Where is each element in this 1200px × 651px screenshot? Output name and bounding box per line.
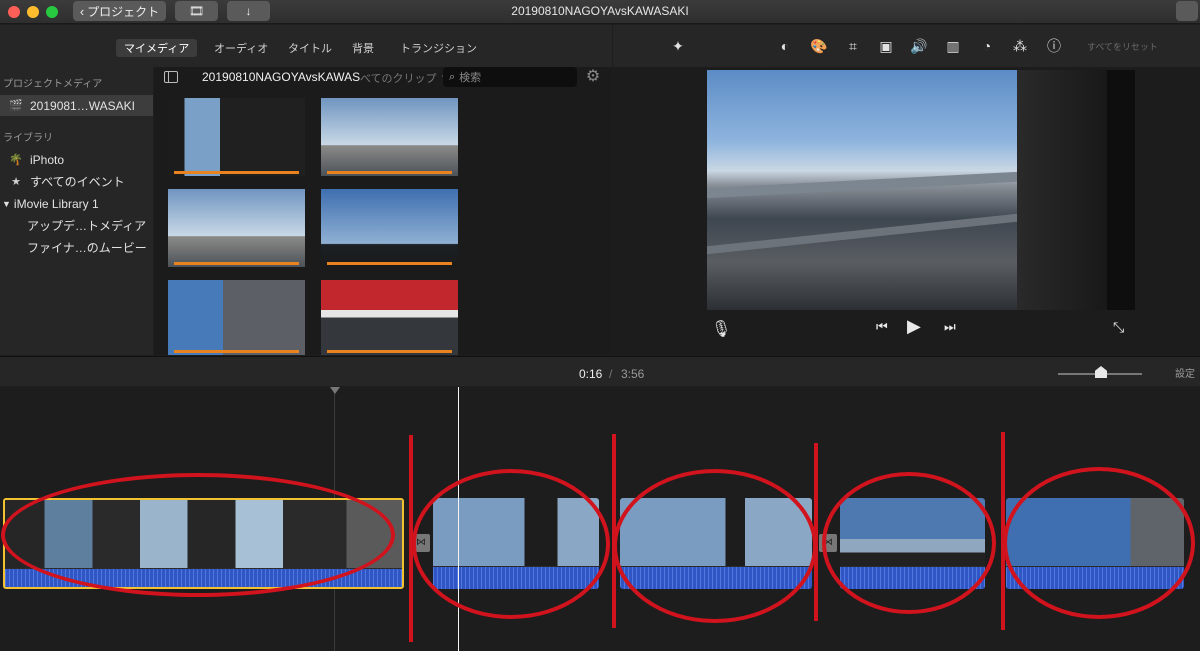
tab-audio[interactable]: オーディオ [206,39,276,57]
palm-tree-icon: 🌴 [9,154,23,166]
sidebar-item-label: アップデ…トメディア [27,219,147,233]
sidebar-item-all-events[interactable]: ★ すべてのイベント [0,171,153,192]
skip-back-icon[interactable]: ⏮ [876,319,888,335]
media-thumbnail[interactable] [321,98,458,176]
project-media-header: プロジェクトメディア [3,79,103,90]
filter-icon[interactable]: ⁂ [1011,37,1029,55]
sidebar-item-iphoto[interactable]: 🌴 iPhoto [0,149,153,170]
skip-forward-icon[interactable]: ⏭ [944,319,956,335]
media-thumbnail[interactable] [168,189,305,267]
tab-my-media[interactable]: マイメディア [116,39,198,57]
color-correction-icon[interactable]: 🎨 [810,37,828,55]
clip-usage-bar [327,171,452,174]
fullscreen-icon[interactable]: ⤡ [1113,319,1124,336]
media-thumbnail[interactable] [321,189,458,267]
stabilization-icon[interactable]: ▣ [877,37,895,55]
media-browser: 20190810NAGOYAvsKAWAS べてのクリップ ⌃ ⌕ 検索 ⚙ [154,67,612,355]
library-sidebar: プロジェクトメディア 🎬 2019081…WASAKI ライブラリ 🌴 iPho… [0,67,153,355]
media-thumbnail[interactable] [321,280,458,355]
browser-title: 20190810NAGOYAvsKAWAS [202,70,361,84]
preview-railing [707,213,1017,255]
search-input[interactable]: ⌕ 検索 [443,67,577,87]
clip-filter-label: べてのクリップ [360,73,437,85]
search-placeholder: 検索 [459,72,482,84]
skimmer-marker-icon [330,387,340,394]
total-duration: 3:56 [621,367,645,381]
clip-filter-select[interactable]: べてのクリップ ⌃ [360,70,449,86]
star-icon: ★ [11,176,21,188]
video-preview [707,70,1135,310]
sidebar-item-label: すべてのイベント [30,175,125,189]
imovie-window: ‹ プロジェクト 🎞 ↓ 20190810NAGOYAvsKAWASAKI マイ… [0,0,1200,651]
sidebar-project-label: 2019081…WASAKI [30,98,135,113]
share-button[interactable] [1176,1,1198,21]
sidebar-item-label: iPhoto [30,152,65,167]
media-tabs-bar: マイメディア オーディオ タイトル 背景 トランジション [0,25,612,67]
clip-usage-bar [174,262,299,265]
tab-backgrounds[interactable]: 背景 [344,39,382,57]
annotation-ellipse [1,473,395,597]
play-icon[interactable]: ▶ [907,316,921,337]
timecode-separator: / [609,367,613,381]
sidebar-library-label: iMovie Library 1 [13,196,99,211]
sidebar-item-library[interactable]: ▼ iMovie Library 1 [0,193,153,214]
disclosure-triangle-icon[interactable]: ▼ [2,199,11,209]
current-timecode: 0:16 [579,367,603,381]
annotation-ellipse [1003,467,1195,619]
browser-toolbar: 20190810NAGOYAvsKAWAS べてのクリップ ⌃ ⌕ 検索 ⚙ [154,67,612,89]
clapper-icon: 🎬 [9,100,23,112]
window-title: 20190810NAGOYAvsKAWASAKI [511,4,689,18]
zoom-slider-knob[interactable] [1095,366,1107,378]
timeline-settings-button[interactable]: 設定 [1175,365,1195,380]
sidebar-item-project[interactable]: 🎬 2019081…WASAKI [0,95,153,116]
timeline[interactable]: ⋈ ⋈ [0,387,1200,651]
annotation-ellipse [412,469,610,619]
volume-icon[interactable]: 🔊 [910,37,928,55]
annotation-ellipse [613,469,817,623]
preview-window-frame [1107,70,1135,310]
sidebar-toggle-icon[interactable] [164,71,178,83]
microphone-icon[interactable]: 🎙 [711,319,731,339]
clip-usage-bar [174,350,299,353]
color-balance-icon[interactable]: ◐ [776,37,794,55]
title-bar: ‹ プロジェクト 🎞 ↓ 20190810NAGOYAvsKAWASAKI [0,0,1200,24]
gear-icon[interactable]: ⚙ [584,68,602,86]
media-thumbnail[interactable] [168,98,305,176]
noise-reduction-icon[interactable]: ▥ [944,37,962,55]
search-icon: ⌕ [449,70,456,83]
clip-usage-bar [327,350,452,353]
preview-railing [707,171,1017,199]
crop-icon[interactable]: ⌗ [844,37,862,55]
info-icon[interactable]: ⓘ [1045,37,1063,55]
library-header: ライブラリ [3,133,53,144]
adjustment-toolbar: ✦ ◐ 🎨 ⌗ ▣ 🔊 ▥ ◔ ⁂ ⓘ すべてをリセット [613,25,1200,67]
reset-all-button[interactable]: すべてをリセット [1087,40,1158,53]
viewer-pane: 🎙 ⏮ ▶ ⏭ ⤡ [613,67,1200,355]
timeline-header: 0:16 / 3:56 設定 [0,356,1200,386]
speed-icon[interactable]: ◔ [978,37,996,55]
clip-usage-bar [327,262,452,265]
sidebar-item-final-movie[interactable]: ファイナ…のムービー [0,237,153,258]
magic-wand-icon[interactable]: ✦ [669,37,687,55]
tab-transitions[interactable]: トランジション [392,39,485,57]
sidebar-item-updated-media[interactable]: アップデ…トメディア [0,215,153,236]
annotation-ellipse [822,472,996,614]
media-thumbnail[interactable] [168,280,305,355]
clip-usage-bar [174,171,299,174]
sidebar-item-label: ファイナ…のムービー [27,241,147,255]
tab-titles[interactable]: タイトル [280,39,340,57]
